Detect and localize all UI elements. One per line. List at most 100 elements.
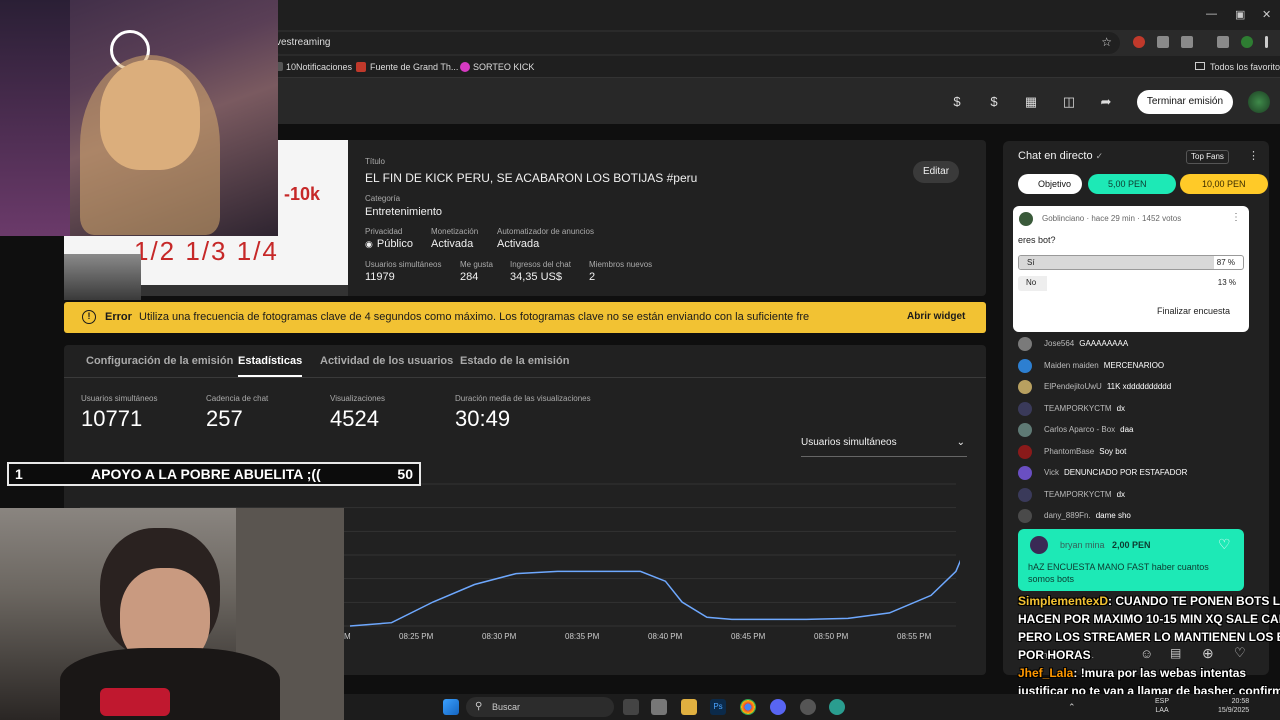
discord-icon[interactable] xyxy=(770,699,786,715)
chat-author[interactable]: Maiden maiden xyxy=(1044,361,1099,370)
top-fans-label: Top Fans xyxy=(1191,152,1224,161)
emoji-icon[interactable]: ☺ xyxy=(1140,646,1153,661)
close-icon[interactable]: ✕ xyxy=(1262,8,1271,21)
obs-icon[interactable] xyxy=(800,699,816,715)
finish-poll-button[interactable]: Finalizar encuesta xyxy=(1157,306,1230,316)
supers-icon[interactable]: $ xyxy=(986,94,1002,110)
heart-icon[interactable]: ♡ xyxy=(1234,645,1246,661)
chat-author[interactable]: Jose564 xyxy=(1044,339,1074,348)
bookmark-icon[interactable]: ◫ xyxy=(1061,94,1077,110)
file-explorer-icon[interactable] xyxy=(681,699,697,715)
avatar xyxy=(1019,212,1033,226)
poll-icon[interactable]: ▤ xyxy=(1170,646,1181,660)
x-tick-label: 08:35 PM xyxy=(565,632,600,641)
avatar xyxy=(1018,401,1032,416)
chat-author[interactable]: PhantomBase xyxy=(1044,447,1094,456)
windows-start-icon[interactable] xyxy=(443,699,459,715)
menu-icon[interactable] xyxy=(1265,36,1268,48)
poll-rank: 1 xyxy=(15,466,23,482)
avatar[interactable] xyxy=(1248,91,1270,113)
add-icon[interactable]: ⊕ xyxy=(1202,645,1214,662)
app-icon[interactable] xyxy=(829,699,845,715)
globe-icon: ◉ xyxy=(365,239,373,249)
chat-message: dany_889Fn. dame sho xyxy=(1018,509,1131,523)
tab-stream-status[interactable]: Estado de la emisión xyxy=(460,355,569,367)
chat-title-text: Chat en directo xyxy=(1018,150,1093,162)
chat-author[interactable]: dany_889Fn. xyxy=(1044,511,1091,520)
avatar xyxy=(1018,380,1032,394)
chat-message: Carlos Aparco - Box daa xyxy=(1018,423,1134,437)
chat-title[interactable]: Chat en directo ✓ xyxy=(1018,150,1103,162)
bookmark-link[interactable]: Fuente de Grand Th... xyxy=(370,62,458,72)
warning-text: Utiliza una frecuencia de fotogramas cla… xyxy=(139,311,809,323)
poll-meta: Goblinciano · hace 29 min · 1452 votos xyxy=(1042,214,1182,223)
bookmark-link[interactable]: SORTEO KICK xyxy=(473,62,534,72)
language-indicator[interactable]: ESP LAA xyxy=(1155,697,1169,715)
chat-text: daa xyxy=(1120,425,1134,435)
chat-author[interactable]: TEAMPORKYCTM xyxy=(1044,404,1112,413)
overlay-chat-text: HACEN POR MAXIMO 10-15 MIN XQ SALE CARO, xyxy=(1018,612,1280,626)
webcam-streamer xyxy=(0,0,278,236)
heart-icon[interactable]: ♡ xyxy=(1218,536,1231,553)
chevron-up-icon[interactable]: ⌃ xyxy=(1068,702,1076,713)
goal-chip[interactable]: Objetivo xyxy=(1018,174,1082,194)
super-chat-chip[interactable]: 5,00 PEN xyxy=(1088,174,1176,194)
monetization-value: Activada xyxy=(431,238,474,250)
ads-label: Automatizador de anuncios xyxy=(497,227,594,236)
clock[interactable]: 20:58 15/9/2025 xyxy=(1218,697,1249,715)
star-icon[interactable]: ☆ xyxy=(1101,35,1112,49)
monetization-icon[interactable]: $ xyxy=(949,94,965,110)
end-stream-button[interactable]: Terminar emisión xyxy=(1137,90,1233,114)
puzzle-icon[interactable] xyxy=(1181,36,1193,48)
x-tick-label: M xyxy=(344,632,351,641)
chat-text: DENUNCIADO POR ESTAFADOR xyxy=(1063,468,1188,478)
chat-author[interactable]: Vick xyxy=(1044,468,1059,477)
extension-icon[interactable] xyxy=(1157,36,1169,48)
lang-layout: LAA xyxy=(1155,707,1169,714)
photoshop-icon[interactable]: Ps xyxy=(710,699,726,715)
title-label: Título xyxy=(365,157,386,166)
more-vert-icon[interactable]: ⋮ xyxy=(1231,212,1241,223)
maximize-icon[interactable]: ▣ xyxy=(1235,8,1245,21)
all-favorites-link[interactable]: Todos los favoritos xyxy=(1210,62,1280,72)
category-value: Entretenimiento xyxy=(365,206,443,218)
chrome-icon[interactable] xyxy=(740,699,756,715)
tab-list-icon[interactable] xyxy=(1217,36,1229,48)
share-icon[interactable]: ➦ xyxy=(1098,94,1114,110)
more-vert-icon[interactable]: ⋮ xyxy=(1248,149,1259,162)
task-view-icon[interactable] xyxy=(623,699,639,715)
monetization-label: Monetización xyxy=(431,227,479,236)
super-chat-chip[interactable]: 10,00 PEN xyxy=(1180,174,1268,194)
top-fans-button[interactable]: Top Fans xyxy=(1186,150,1229,164)
taskbar-search[interactable]: ⚲ Buscar xyxy=(466,697,614,717)
poll-option-pct: 13 % xyxy=(1217,278,1236,287)
tab-settings[interactable]: Configuración de la emisión xyxy=(86,355,233,367)
film-icon[interactable]: ▦ xyxy=(1023,94,1039,110)
extension-icon[interactable] xyxy=(1133,36,1145,48)
chip-label: Objetivo xyxy=(1038,179,1072,189)
edit-button[interactable]: Editar xyxy=(913,161,959,183)
members-label: Miembros nuevos xyxy=(589,260,653,269)
tab-activity[interactable]: Actividad de los usuarios xyxy=(320,355,453,367)
overlay-chat-line: Jhef_Lala: !mura por las webas intentas xyxy=(1018,664,1246,682)
metric-dropdown[interactable]: Usuarios simultáneos ⌄ xyxy=(801,437,967,457)
open-widget-link[interactable]: Abrir widget xyxy=(907,311,965,322)
overlay-chat-user: Jhef_Lala xyxy=(1018,666,1074,680)
chat-author[interactable]: TEAMPORKYCTM xyxy=(1044,490,1112,499)
minimize-icon[interactable]: — xyxy=(1206,8,1217,20)
url-field[interactable]: vestreaming ☆ xyxy=(270,32,1120,54)
profile-icon[interactable] xyxy=(1241,36,1253,48)
overlay-chat-text: : !mura por las webas intentas xyxy=(1073,666,1247,680)
members-value: 2 xyxy=(589,271,596,283)
privacy-value: ◉ Público xyxy=(365,238,413,250)
app-icon[interactable] xyxy=(651,699,667,715)
avatar xyxy=(1018,358,1032,373)
bookmark-link[interactable]: 10Notificaciones xyxy=(286,62,352,72)
tab-statistics[interactable]: Estadísticas xyxy=(238,355,303,377)
chat-author[interactable]: ElPendejitoUwU xyxy=(1044,382,1102,391)
poll-option: APOYO A LA POBRE ABUELITA ;(( xyxy=(91,466,321,482)
chat-author[interactable]: Carlos Aparco - Box xyxy=(1044,425,1115,434)
x-tick-label: 08:25 PM xyxy=(399,632,434,641)
ads-value: Activada xyxy=(497,238,540,250)
poll-option-pct: 87 % xyxy=(1216,258,1235,267)
